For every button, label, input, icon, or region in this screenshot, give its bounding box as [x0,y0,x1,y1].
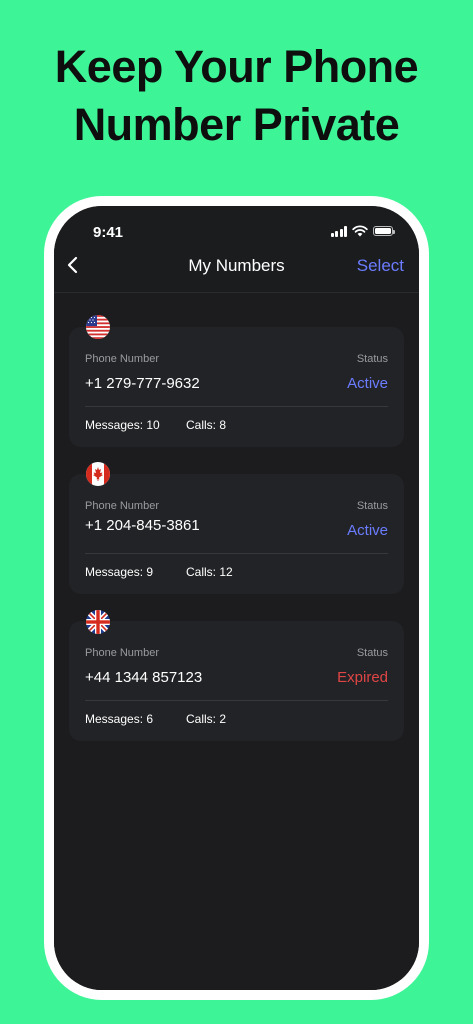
battery-icon [373,226,395,236]
number-card-uk[interactable]: Phone Number Status +44 1344 857123 Expi… [69,621,404,741]
navigation-bar: 9:41 My Numbers Select [54,206,419,293]
phone-number-label: Phone Number [85,647,159,659]
status-icons [330,225,395,237]
phone-frame: 9:41 My Numbers Select Phone Number Stat… [44,196,429,1000]
status-badge: Active [347,522,388,539]
card-divider [85,553,388,554]
calls-count: Calls: 2 [186,712,227,726]
status-time: 9:41 [93,224,124,241]
phone-number: +1 204-845-3861 [85,517,200,534]
status-badge: Active [347,375,388,392]
cellular-signal-icon [330,225,347,237]
card-divider [85,700,388,701]
wifi-icon [352,225,368,237]
select-button[interactable]: Select [357,256,404,276]
messages-count: Messages: 10 [85,418,160,432]
phone-number: +44 1344 857123 [85,669,203,686]
number-card-canada[interactable]: Phone Number Status +1 204-845-3861 Acti… [69,474,404,594]
canada-flag-icon [86,462,110,486]
messages-count: Messages: 9 [85,565,154,579]
phone-screen: 9:41 My Numbers Select Phone Number Stat… [54,206,419,990]
headline-line-1: Keep Your Phone [54,41,419,92]
calls-count: Calls: 8 [186,418,227,432]
us-flag-icon [86,315,110,339]
headline: Keep Your Phone Number Private [0,38,473,154]
messages-count: Messages: 6 [85,712,154,726]
app-store-screenshot: Keep Your Phone Number Private 9:41 My N… [0,0,473,1024]
numbers-list: Phone Number Status +1 279-777-9632 Acti… [54,293,419,990]
status-badge: Expired [337,669,388,686]
calls-count: Calls: 12 [186,565,233,579]
uk-flag-icon [86,610,110,634]
headline-line-2: Number Private [73,99,400,150]
phone-number-label: Phone Number [85,500,159,512]
status-label: Status [356,500,388,512]
phone-number: +1 279-777-9632 [85,375,200,392]
status-label: Status [356,647,388,659]
status-label: Status [356,353,388,365]
phone-number-label: Phone Number [85,353,159,365]
card-divider [85,406,388,407]
number-card-us[interactable]: Phone Number Status +1 279-777-9632 Acti… [69,327,404,447]
